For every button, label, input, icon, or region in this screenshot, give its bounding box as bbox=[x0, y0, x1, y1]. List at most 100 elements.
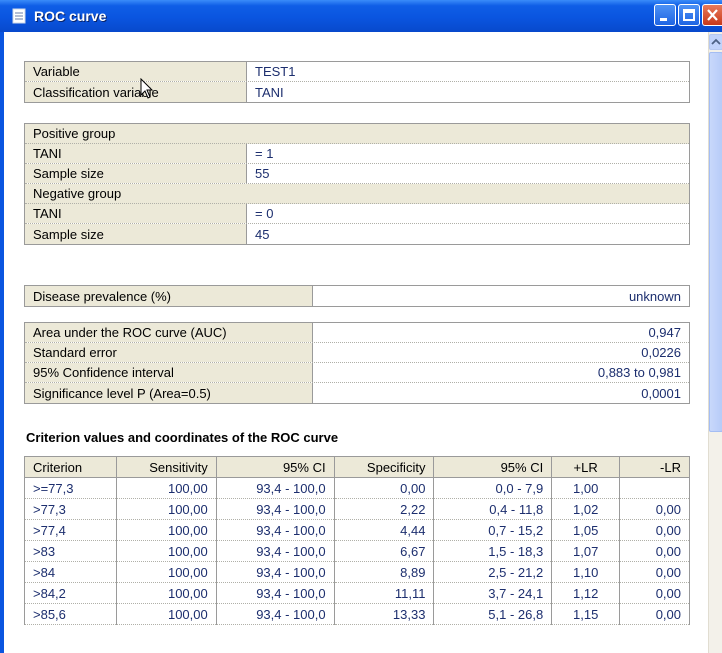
col-sensitivity: Sensitivity bbox=[115, 456, 217, 478]
prevalence-label: Disease prevalence (%) bbox=[25, 286, 313, 306]
auc-label: Area under the ROC curve (AUC) bbox=[25, 323, 313, 342]
cell-minus-lr: 0,00 bbox=[619, 582, 690, 604]
cell-sensitivity-ci: 93,4 - 100,0 bbox=[215, 582, 335, 604]
positive-size-label: Sample size bbox=[25, 164, 247, 183]
col-criterion: Criterion bbox=[24, 456, 117, 478]
cell-specificity: 11,11 bbox=[333, 582, 435, 604]
cell-criterion: >=77,3 bbox=[24, 477, 117, 499]
criterion-table: Criterion Sensitivity 95% CI Specificity… bbox=[24, 456, 690, 625]
col-plus-lr: +LR bbox=[551, 456, 621, 478]
window-controls bbox=[654, 4, 722, 26]
variable-row: Variable TEST1 bbox=[25, 62, 689, 82]
cell-sensitivity-ci: 93,4 - 100,0 bbox=[215, 519, 335, 541]
variable-label: Variable bbox=[25, 62, 247, 81]
cell-specificity: 4,44 bbox=[333, 519, 435, 541]
table-row: >=77,3 100,00 93,4 - 100,0 0,00 0,0 - 7,9 1,0… bbox=[24, 477, 690, 499]
cell-minus-lr: 0,00 bbox=[619, 519, 690, 541]
groups-box: Positive group TANI = 1 Sample size 55 N… bbox=[24, 123, 690, 245]
negative-size-label: Sample size bbox=[25, 224, 247, 244]
significance-value: 0,0001 bbox=[313, 383, 689, 403]
prevalence-value: unknown bbox=[313, 286, 689, 306]
prevalence-row: Disease prevalence (%) unknown bbox=[25, 286, 689, 306]
cell-specificity: 13,33 bbox=[333, 603, 435, 625]
standard-error-value: 0,0226 bbox=[313, 343, 689, 362]
close-button[interactable] bbox=[702, 4, 722, 26]
col-specificity: Specificity bbox=[333, 456, 435, 478]
cell-criterion: >77,3 bbox=[24, 498, 117, 520]
cell-specificity: 2,22 bbox=[333, 498, 435, 520]
report-content: Variable TEST1 Classification variable T… bbox=[4, 32, 722, 653]
scroll-thumb[interactable] bbox=[709, 52, 722, 432]
positive-var-value: = 1 bbox=[247, 144, 689, 163]
cell-minus-lr: 0,00 bbox=[619, 498, 690, 520]
confidence-interval-label: 95% Confidence interval bbox=[25, 363, 313, 382]
maximize-button[interactable] bbox=[678, 4, 700, 26]
criterion-table-body: >=77,3 100,00 93,4 - 100,0 0,00 0,0 - 7,9 1,0… bbox=[24, 477, 690, 625]
cell-sensitivity-ci: 93,4 - 100,0 bbox=[215, 540, 335, 562]
classification-label: Classification variable bbox=[25, 82, 247, 102]
cell-sensitivity: 100,00 bbox=[115, 540, 217, 562]
positive-group-header: Positive group bbox=[25, 124, 689, 144]
negative-var-value: = 0 bbox=[247, 204, 689, 223]
close-icon bbox=[707, 9, 718, 21]
table-row: >77,4 100,00 93,4 - 100,0 4,44 0,7 - 15,2 1,0… bbox=[24, 519, 690, 541]
cell-sensitivity: 100,00 bbox=[115, 561, 217, 583]
roc-curve-window: ROC curve Variable TEST1 Classification … bbox=[0, 0, 722, 653]
minimize-icon bbox=[660, 18, 667, 21]
negative-size-row: Sample size 45 bbox=[25, 224, 689, 244]
standard-error-label: Standard error bbox=[25, 343, 313, 362]
cell-criterion: >83 bbox=[24, 540, 117, 562]
cell-plus-lr: 1,05 bbox=[551, 519, 621, 541]
cell-plus-lr: 1,15 bbox=[551, 603, 621, 625]
cell-sensitivity: 100,00 bbox=[115, 582, 217, 604]
negative-size-value: 45 bbox=[247, 224, 689, 244]
cell-minus-lr bbox=[619, 477, 690, 499]
cell-specificity: 6,67 bbox=[333, 540, 435, 562]
cell-specificity: 0,00 bbox=[333, 477, 435, 499]
cell-sensitivity-ci: 93,4 - 100,0 bbox=[215, 498, 335, 520]
criterion-section-title: Criterion values and coordinates of the … bbox=[26, 430, 339, 445]
cell-specificity-ci: 5,1 - 26,8 bbox=[433, 603, 553, 625]
title-bar[interactable]: ROC curve bbox=[0, 0, 722, 32]
cell-specificity-ci: 3,7 - 24,1 bbox=[433, 582, 553, 604]
cell-sensitivity: 100,00 bbox=[115, 477, 217, 499]
maximize-icon bbox=[683, 9, 695, 21]
cell-sensitivity: 100,00 bbox=[115, 498, 217, 520]
significance-row: Significance level P (Area=0.5) 0,0001 bbox=[25, 383, 689, 403]
cell-plus-lr: 1,02 bbox=[551, 498, 621, 520]
chevron-up-icon bbox=[711, 38, 721, 45]
criterion-header-row: Criterion Sensitivity 95% CI Specificity… bbox=[24, 456, 690, 478]
vertical-scrollbar[interactable] bbox=[708, 32, 722, 653]
cell-sensitivity-ci: 93,4 - 100,0 bbox=[215, 603, 335, 625]
scroll-up-button[interactable] bbox=[709, 34, 722, 50]
table-row: >84 100,00 93,4 - 100,0 8,89 2,5 - 21,2 1,10 0… bbox=[24, 561, 690, 583]
negative-var-row: TANI = 0 bbox=[25, 204, 689, 224]
col-sensitivity-ci: 95% CI bbox=[215, 456, 335, 478]
cell-minus-lr: 0,00 bbox=[619, 603, 690, 625]
positive-size-value: 55 bbox=[247, 164, 689, 183]
cell-specificity-ci: 2,5 - 21,2 bbox=[433, 561, 553, 583]
table-row: >84,2 100,00 93,4 - 100,0 11,11 3,7 - 24,1 1,… bbox=[24, 582, 690, 604]
cell-specificity-ci: 0,7 - 15,2 bbox=[433, 519, 553, 541]
positive-var-row: TANI = 1 bbox=[25, 144, 689, 164]
positive-group-title: Positive group bbox=[33, 126, 116, 141]
cell-criterion: >85,6 bbox=[24, 603, 117, 625]
negative-var-label: TANI bbox=[25, 204, 247, 223]
cell-specificity-ci: 0,0 - 7,9 bbox=[433, 477, 553, 499]
col-minus-lr: -LR bbox=[619, 456, 690, 478]
confidence-interval-value: 0,883 to 0,981 bbox=[313, 363, 689, 382]
cell-minus-lr: 0,00 bbox=[619, 561, 690, 583]
classification-value: TANI bbox=[247, 82, 689, 102]
cell-criterion: >84,2 bbox=[24, 582, 117, 604]
cell-plus-lr: 1,12 bbox=[551, 582, 621, 604]
variable-value: TEST1 bbox=[247, 62, 689, 81]
significance-label: Significance level P (Area=0.5) bbox=[25, 383, 313, 403]
auc-value: 0,947 bbox=[313, 323, 689, 342]
positive-var-label: TANI bbox=[25, 144, 247, 163]
standard-error-row: Standard error 0,0226 bbox=[25, 343, 689, 363]
positive-size-row: Sample size 55 bbox=[25, 164, 689, 184]
classification-row: Classification variable TANI bbox=[25, 82, 689, 102]
minimize-button[interactable] bbox=[654, 4, 676, 26]
cell-criterion: >77,4 bbox=[24, 519, 117, 541]
mouse-cursor-icon bbox=[140, 78, 154, 99]
